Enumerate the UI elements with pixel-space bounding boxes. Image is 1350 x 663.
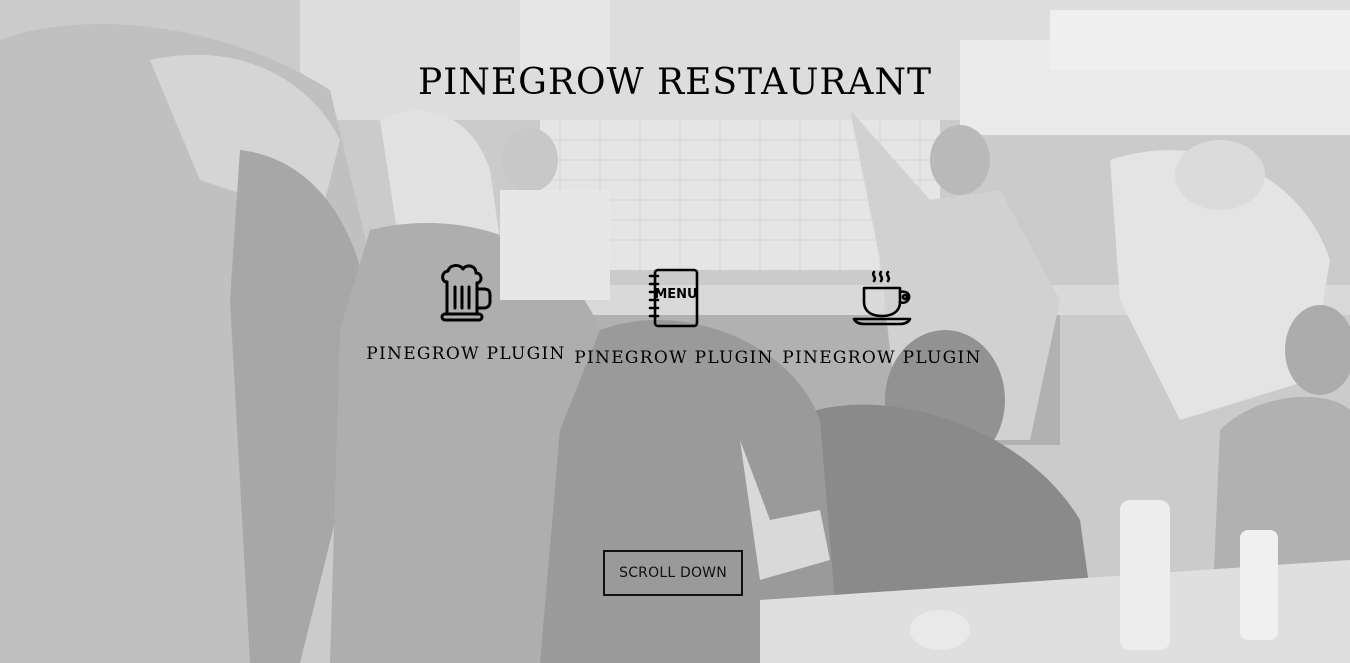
feature-label: PINEGROW PLUGIN	[574, 348, 774, 368]
hero-section: PINEGROW RESTAURANT PINEGROW PLUGIN MENU…	[0, 0, 1350, 663]
feature-label: PINEGROW PLUGIN	[366, 344, 566, 364]
menu-book-icon: MENU	[574, 268, 774, 334]
feature-item: PINEGROW PLUGIN	[782, 268, 982, 368]
feature-row: PINEGROW PLUGIN MENU PINEGROW PLUGIN PIN…	[0, 262, 1350, 382]
beer-mug-icon	[366, 262, 566, 328]
feature-item: MENU PINEGROW PLUGIN	[574, 268, 774, 368]
feature-item: PINEGROW PLUGIN	[366, 262, 566, 364]
coffee-cup-icon	[782, 268, 982, 334]
svg-text:MENU: MENU	[654, 287, 697, 302]
scroll-down-button[interactable]: SCROLL DOWN	[603, 550, 743, 596]
feature-label: PINEGROW PLUGIN	[782, 348, 982, 368]
page-title: PINEGROW RESTAURANT	[417, 62, 933, 103]
